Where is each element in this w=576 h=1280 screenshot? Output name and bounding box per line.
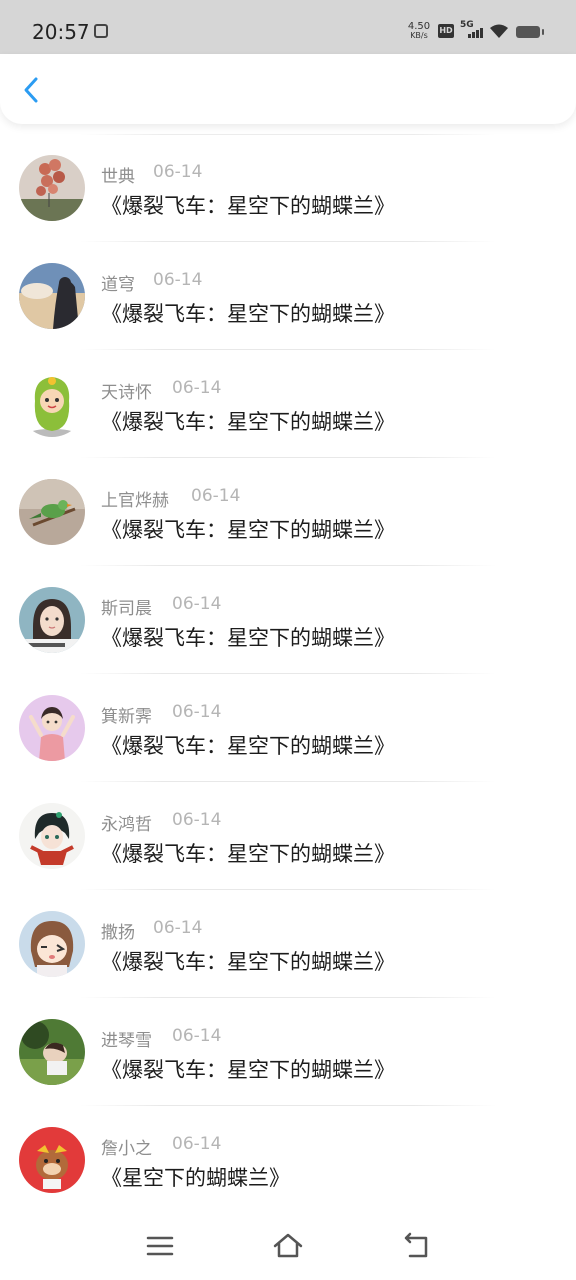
list-item[interactable]: 上官烨赫 06-14 《爆裂飞车：星空下的蝴蝶兰》 <box>0 458 576 566</box>
sky-silhouette-avatar <box>19 263 85 329</box>
anime-character-avatar <box>19 803 85 869</box>
menu-icon[interactable] <box>144 1230 176 1262</box>
network-speed: 4.50 KB/s <box>406 21 432 41</box>
list-item[interactable]: 世典 06-14 《爆裂飞车：星空下的蝴蝶兰》 <box>0 134 576 242</box>
sender-name: 永鸿哲 <box>101 815 152 835</box>
bird-avatar <box>19 479 85 545</box>
message-title: 《爆裂飞车：星空下的蝴蝶兰》 <box>101 518 395 542</box>
sender-name: 箕新霁 <box>101 707 152 727</box>
system-nav-bar <box>0 1212 576 1280</box>
wifi-icon <box>490 24 508 38</box>
sender-name: 世典 <box>101 167 135 187</box>
message-date: 06-14 <box>153 162 203 182</box>
message-date: 06-14 <box>172 1026 222 1046</box>
sender-name: 天诗怀 <box>101 383 152 403</box>
sender-name: 上官烨赫 <box>101 491 169 511</box>
message-date: 06-14 <box>172 378 222 398</box>
network-speed-value: 4.50 <box>407 21 431 32</box>
list-item[interactable]: 斯司晨 06-14 《爆裂飞车：星空下的蝴蝶兰》 <box>0 566 576 674</box>
network-speed-unit: KB/s <box>410 31 428 40</box>
sender-name: 道穹 <box>101 275 135 295</box>
message-title: 《爆裂飞车：星空下的蝴蝶兰》 <box>101 734 395 758</box>
list-item[interactable]: 道穹 06-14 《爆裂飞车：星空下的蝴蝶兰》 <box>0 242 576 350</box>
cartoon-girl-avatar <box>19 911 85 977</box>
battery-icon <box>516 26 544 38</box>
cartoon-costume-avatar <box>19 371 85 437</box>
message-date: 06-14 <box>172 810 222 830</box>
sender-name: 撒扬 <box>101 923 135 943</box>
message-title: 《爆裂飞车：星空下的蝴蝶兰》 <box>101 626 395 650</box>
list-item[interactable]: 永鸿哲 06-14 《爆裂飞车：星空下的蝴蝶兰》 <box>0 782 576 890</box>
signal-icon: 5G <box>460 20 484 40</box>
message-title: 《爆裂飞车：星空下的蝴蝶兰》 <box>101 1058 395 1082</box>
message-title: 《爆裂飞车：星空下的蝴蝶兰》 <box>101 302 395 326</box>
status-bar: 20:57 4.50 KB/s HD 5G <box>0 0 576 54</box>
sender-name: 斯司晨 <box>101 599 152 619</box>
message-title: 《爆裂飞车：星空下的蝴蝶兰》 <box>101 194 395 218</box>
list-item[interactable]: 箕新霁 06-14 《爆裂飞车：星空下的蝴蝶兰》 <box>0 674 576 782</box>
list-item[interactable]: 进琴雪 06-14 《爆裂飞车：星空下的蝴蝶兰》 <box>0 998 576 1106</box>
message-title: 《爆裂飞车：星空下的蝴蝶兰》 <box>101 842 395 866</box>
back-icon[interactable] <box>400 1230 432 1262</box>
notification-icon <box>94 24 108 38</box>
girl-photo-avatar <box>19 587 85 653</box>
list-item[interactable]: 詹小之 06-14 《星空下的蝴蝶兰》 <box>0 1106 576 1214</box>
message-date: 06-14 <box>172 702 222 722</box>
header-bar <box>0 54 576 124</box>
list-item[interactable]: 天诗怀 06-14 《爆裂飞车：星空下的蝴蝶兰》 <box>0 350 576 458</box>
sender-name: 进琴雪 <box>101 1031 152 1051</box>
sender-name: 詹小之 <box>101 1139 152 1159</box>
red-cartoon-avatar <box>19 1127 85 1193</box>
message-title: 《爆裂飞车：星空下的蝴蝶兰》 <box>101 410 395 434</box>
balloons-avatar <box>19 155 85 221</box>
hd-badge: HD <box>438 24 454 38</box>
message-date: 06-14 <box>153 270 203 290</box>
message-title: 《爆裂飞车：星空下的蝴蝶兰》 <box>101 950 395 974</box>
status-time: 20:57 <box>32 20 90 44</box>
list-item[interactable]: 撒扬 06-14 《爆裂飞车：星空下的蝴蝶兰》 <box>0 890 576 998</box>
message-date: 06-14 <box>191 486 241 506</box>
pink-girl-avatar <box>19 695 85 761</box>
message-title: 《星空下的蝴蝶兰》 <box>101 1166 290 1190</box>
message-date: 06-14 <box>153 918 203 938</box>
network-type-label: 5G <box>460 20 474 30</box>
chevron-left-icon[interactable] <box>16 74 48 106</box>
home-icon[interactable] <box>272 1230 304 1262</box>
message-date: 06-14 <box>172 594 222 614</box>
message-date: 06-14 <box>172 1134 222 1154</box>
outdoor-photo-avatar <box>19 1019 85 1085</box>
